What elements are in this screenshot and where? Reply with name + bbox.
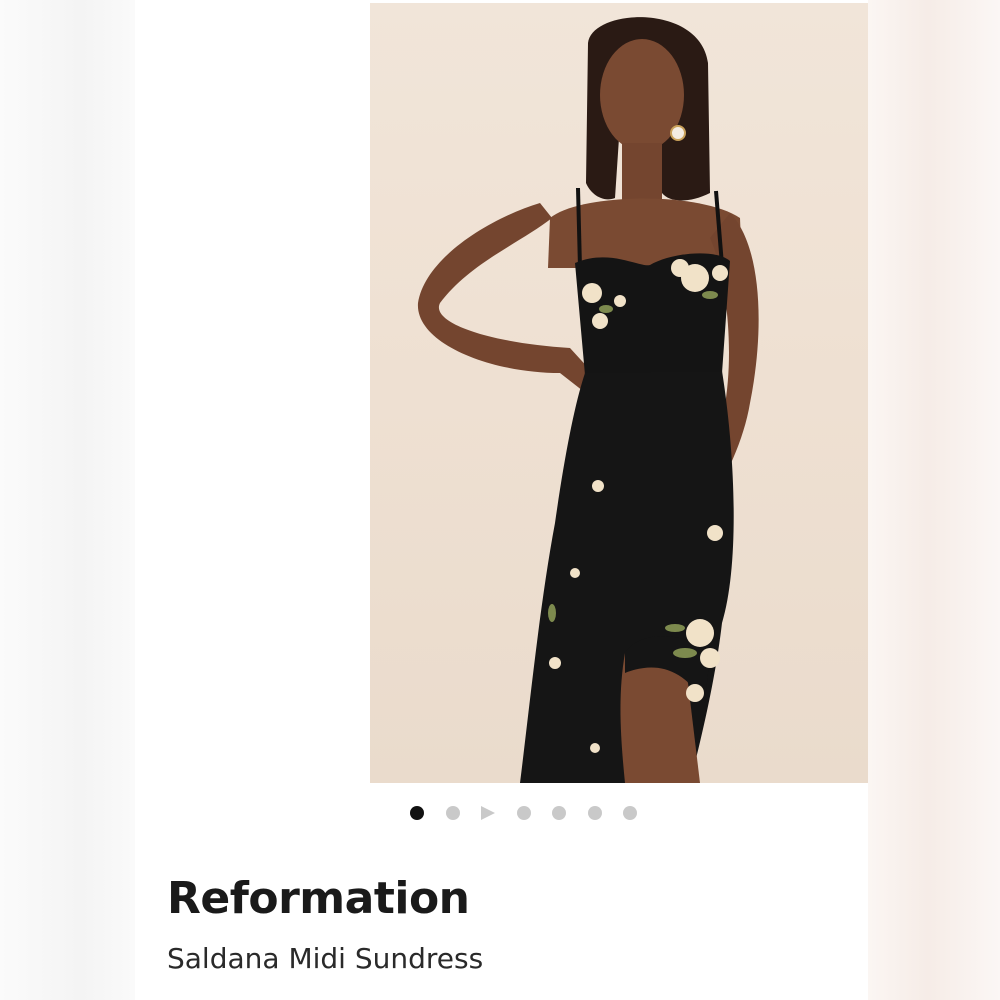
product-page: Reformation Saldana Midi Sundress: [0, 0, 1000, 1000]
carousel-dot-4[interactable]: [516, 806, 531, 820]
dress-model-illustration: [417, 17, 759, 783]
carousel-dot-1[interactable]: [410, 806, 424, 820]
carousel-dot-7[interactable]: [623, 806, 637, 820]
product-photo[interactable]: [370, 3, 868, 783]
carousel-dot-2[interactable]: [445, 806, 460, 820]
carousel-dot-5[interactable]: [552, 806, 566, 820]
product-title: Saldana Midi Sundress: [167, 942, 484, 975]
carousel-dot-6[interactable]: [587, 806, 602, 820]
carousel-indicator: [410, 802, 659, 824]
carousel-video-play-icon[interactable]: [481, 806, 495, 820]
right-backdrop: [868, 0, 1000, 1000]
left-backdrop: [0, 0, 135, 1000]
brand-name[interactable]: Reformation: [167, 873, 470, 924]
